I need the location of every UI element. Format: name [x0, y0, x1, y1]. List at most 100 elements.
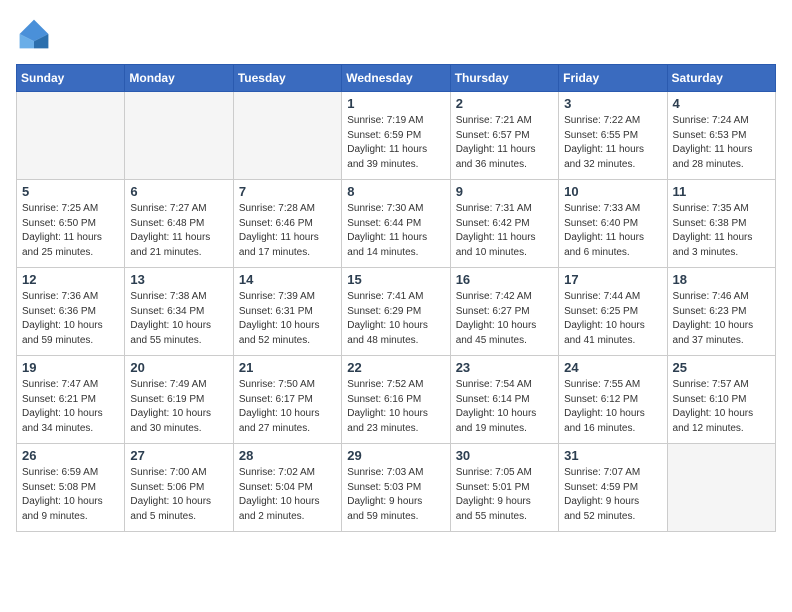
day-info: Sunrise: 7:50 AM Sunset: 6:17 PM Dayligh… — [239, 378, 336, 436]
week-row-2: 12 Sunrise: 7:36 AM Sunset: 6:36 PM Dayli… — [17, 268, 776, 356]
day-number: 24 — [564, 360, 661, 375]
day-number: 19 — [22, 360, 119, 375]
day-number: 1 — [347, 96, 444, 111]
day-info: Sunrise: 7:27 AM Sunset: 6:48 PM Dayligh… — [130, 202, 227, 260]
weekday-header-sunday: Sunday — [17, 65, 125, 92]
day-number: 16 — [456, 272, 553, 287]
day-number: 18 — [673, 272, 770, 287]
calendar-cell: 16 Sunrise: 7:42 AM Sunset: 6:27 PM Dayli… — [450, 268, 558, 356]
day-info: Sunrise: 7:46 AM Sunset: 6:23 PM Dayligh… — [673, 290, 770, 348]
calendar-cell: 28 Sunrise: 7:02 AM Sunset: 5:04 PM Dayli… — [233, 444, 341, 532]
day-number: 26 — [22, 448, 119, 463]
weekday-header-thursday: Thursday — [450, 65, 558, 92]
calendar-cell — [667, 444, 775, 532]
calendar-cell: 17 Sunrise: 7:44 AM Sunset: 6:25 PM Dayli… — [559, 268, 667, 356]
day-number: 21 — [239, 360, 336, 375]
logo-icon — [16, 16, 52, 52]
calendar-cell: 11 Sunrise: 7:35 AM Sunset: 6:38 PM Dayli… — [667, 180, 775, 268]
weekday-header-tuesday: Tuesday — [233, 65, 341, 92]
calendar-cell: 15 Sunrise: 7:41 AM Sunset: 6:29 PM Dayli… — [342, 268, 450, 356]
day-info: Sunrise: 7:33 AM Sunset: 6:40 PM Dayligh… — [564, 202, 661, 260]
calendar-cell: 10 Sunrise: 7:33 AM Sunset: 6:40 PM Dayli… — [559, 180, 667, 268]
day-info: Sunrise: 7:00 AM Sunset: 5:06 PM Dayligh… — [130, 466, 227, 524]
day-info: Sunrise: 7:25 AM Sunset: 6:50 PM Dayligh… — [22, 202, 119, 260]
day-number: 8 — [347, 184, 444, 199]
day-info: Sunrise: 7:28 AM Sunset: 6:46 PM Dayligh… — [239, 202, 336, 260]
day-number: 5 — [22, 184, 119, 199]
day-info: Sunrise: 7:47 AM Sunset: 6:21 PM Dayligh… — [22, 378, 119, 436]
calendar-cell: 24Sunrise: 7:55 AM Sunset: 6:12 PM Dayli… — [559, 356, 667, 444]
day-info: Sunrise: 7:22 AM Sunset: 6:55 PM Dayligh… — [564, 114, 661, 172]
day-number: 30 — [456, 448, 553, 463]
week-row-3: 19 Sunrise: 7:47 AM Sunset: 6:21 PM Dayli… — [17, 356, 776, 444]
day-info: Sunrise: 7:05 AM Sunset: 5:01 PM Dayligh… — [456, 466, 553, 524]
calendar-cell: 29 Sunrise: 7:03 AM Sunset: 5:03 PM Dayli… — [342, 444, 450, 532]
weekday-header-wednesday: Wednesday — [342, 65, 450, 92]
calendar-cell: 7 Sunrise: 7:28 AM Sunset: 6:46 PM Daylig… — [233, 180, 341, 268]
calendar-cell: 21 Sunrise: 7:50 AM Sunset: 6:17 PM Dayli… — [233, 356, 341, 444]
calendar-cell — [17, 92, 125, 180]
week-row-1: 5 Sunrise: 7:25 AM Sunset: 6:50 PM Daylig… — [17, 180, 776, 268]
calendar-header-row: SundayMondayTuesdayWednesdayThursdayFrid… — [17, 65, 776, 92]
calendar: SundayMondayTuesdayWednesdayThursdayFrid… — [16, 64, 776, 532]
calendar-cell — [125, 92, 233, 180]
calendar-cell: 5 Sunrise: 7:25 AM Sunset: 6:50 PM Daylig… — [17, 180, 125, 268]
day-number: 14 — [239, 272, 336, 287]
calendar-cell: 23 Sunrise: 7:54 AM Sunset: 6:14 PM Dayli… — [450, 356, 558, 444]
day-number: 4 — [673, 96, 770, 111]
day-info: Sunrise: 7:35 AM Sunset: 6:38 PM Dayligh… — [673, 202, 770, 260]
day-info: Sunrise: 7:54 AM Sunset: 6:14 PM Dayligh… — [456, 378, 553, 436]
calendar-cell: 19 Sunrise: 7:47 AM Sunset: 6:21 PM Dayli… — [17, 356, 125, 444]
day-info: Sunrise: 7:41 AM Sunset: 6:29 PM Dayligh… — [347, 290, 444, 348]
day-info: Sunrise: 7:07 AM Sunset: 4:59 PM Dayligh… — [564, 466, 661, 524]
calendar-cell: 22Sunrise: 7:52 AM Sunset: 6:16 PM Dayli… — [342, 356, 450, 444]
day-info: Sunrise: 7:30 AM Sunset: 6:44 PM Dayligh… — [347, 202, 444, 260]
day-number: 31 — [564, 448, 661, 463]
day-number: 10 — [564, 184, 661, 199]
calendar-cell: 3 Sunrise: 7:22 AM Sunset: 6:55 PM Daylig… — [559, 92, 667, 180]
weekday-header-monday: Monday — [125, 65, 233, 92]
weekday-header-saturday: Saturday — [667, 65, 775, 92]
calendar-cell: 31 Sunrise: 7:07 AM Sunset: 4:59 PM Dayli… — [559, 444, 667, 532]
calendar-cell: 18 Sunrise: 7:46 AM Sunset: 6:23 PM Dayli… — [667, 268, 775, 356]
day-number: 11 — [673, 184, 770, 199]
day-number: 23 — [456, 360, 553, 375]
calendar-cell: 1Sunrise: 7:19 AM Sunset: 6:59 PM Daylig… — [342, 92, 450, 180]
day-number: 12 — [22, 272, 119, 287]
day-number: 25 — [673, 360, 770, 375]
logo — [16, 16, 58, 52]
day-info: Sunrise: 7:38 AM Sunset: 6:34 PM Dayligh… — [130, 290, 227, 348]
day-info: Sunrise: 7:57 AM Sunset: 6:10 PM Dayligh… — [673, 378, 770, 436]
calendar-cell: 25 Sunrise: 7:57 AM Sunset: 6:10 PM Dayli… — [667, 356, 775, 444]
day-info: Sunrise: 7:36 AM Sunset: 6:36 PM Dayligh… — [22, 290, 119, 348]
day-number: 29 — [347, 448, 444, 463]
week-row-0: 1Sunrise: 7:19 AM Sunset: 6:59 PM Daylig… — [17, 92, 776, 180]
weekday-header-friday: Friday — [559, 65, 667, 92]
day-info: Sunrise: 7:02 AM Sunset: 5:04 PM Dayligh… — [239, 466, 336, 524]
calendar-cell: 8 Sunrise: 7:30 AM Sunset: 6:44 PM Daylig… — [342, 180, 450, 268]
calendar-cell: 12 Sunrise: 7:36 AM Sunset: 6:36 PM Dayli… — [17, 268, 125, 356]
day-info: Sunrise: 7:42 AM Sunset: 6:27 PM Dayligh… — [456, 290, 553, 348]
day-number: 17 — [564, 272, 661, 287]
day-number: 9 — [456, 184, 553, 199]
day-info: Sunrise: 7:03 AM Sunset: 5:03 PM Dayligh… — [347, 466, 444, 524]
day-info: Sunrise: 7:21 AM Sunset: 6:57 PM Dayligh… — [456, 114, 553, 172]
calendar-cell: 20Sunrise: 7:49 AM Sunset: 6:19 PM Dayli… — [125, 356, 233, 444]
day-info: Sunrise: 7:24 AM Sunset: 6:53 PM Dayligh… — [673, 114, 770, 172]
calendar-cell — [233, 92, 341, 180]
day-number: 20 — [130, 360, 227, 375]
day-number: 6 — [130, 184, 227, 199]
week-row-4: 26 Sunrise: 6:59 AM Sunset: 5:08 PM Dayli… — [17, 444, 776, 532]
day-number: 3 — [564, 96, 661, 111]
day-number: 13 — [130, 272, 227, 287]
day-number: 15 — [347, 272, 444, 287]
day-number: 7 — [239, 184, 336, 199]
day-info: Sunrise: 7:44 AM Sunset: 6:25 PM Dayligh… — [564, 290, 661, 348]
day-number: 28 — [239, 448, 336, 463]
calendar-cell: 6 Sunrise: 7:27 AM Sunset: 6:48 PM Daylig… — [125, 180, 233, 268]
calendar-cell: 14Sunrise: 7:39 AM Sunset: 6:31 PM Dayli… — [233, 268, 341, 356]
day-info: Sunrise: 6:59 AM Sunset: 5:08 PM Dayligh… — [22, 466, 119, 524]
calendar-cell: 9 Sunrise: 7:31 AM Sunset: 6:42 PM Daylig… — [450, 180, 558, 268]
day-info: Sunrise: 7:31 AM Sunset: 6:42 PM Dayligh… — [456, 202, 553, 260]
page-header — [16, 16, 776, 52]
